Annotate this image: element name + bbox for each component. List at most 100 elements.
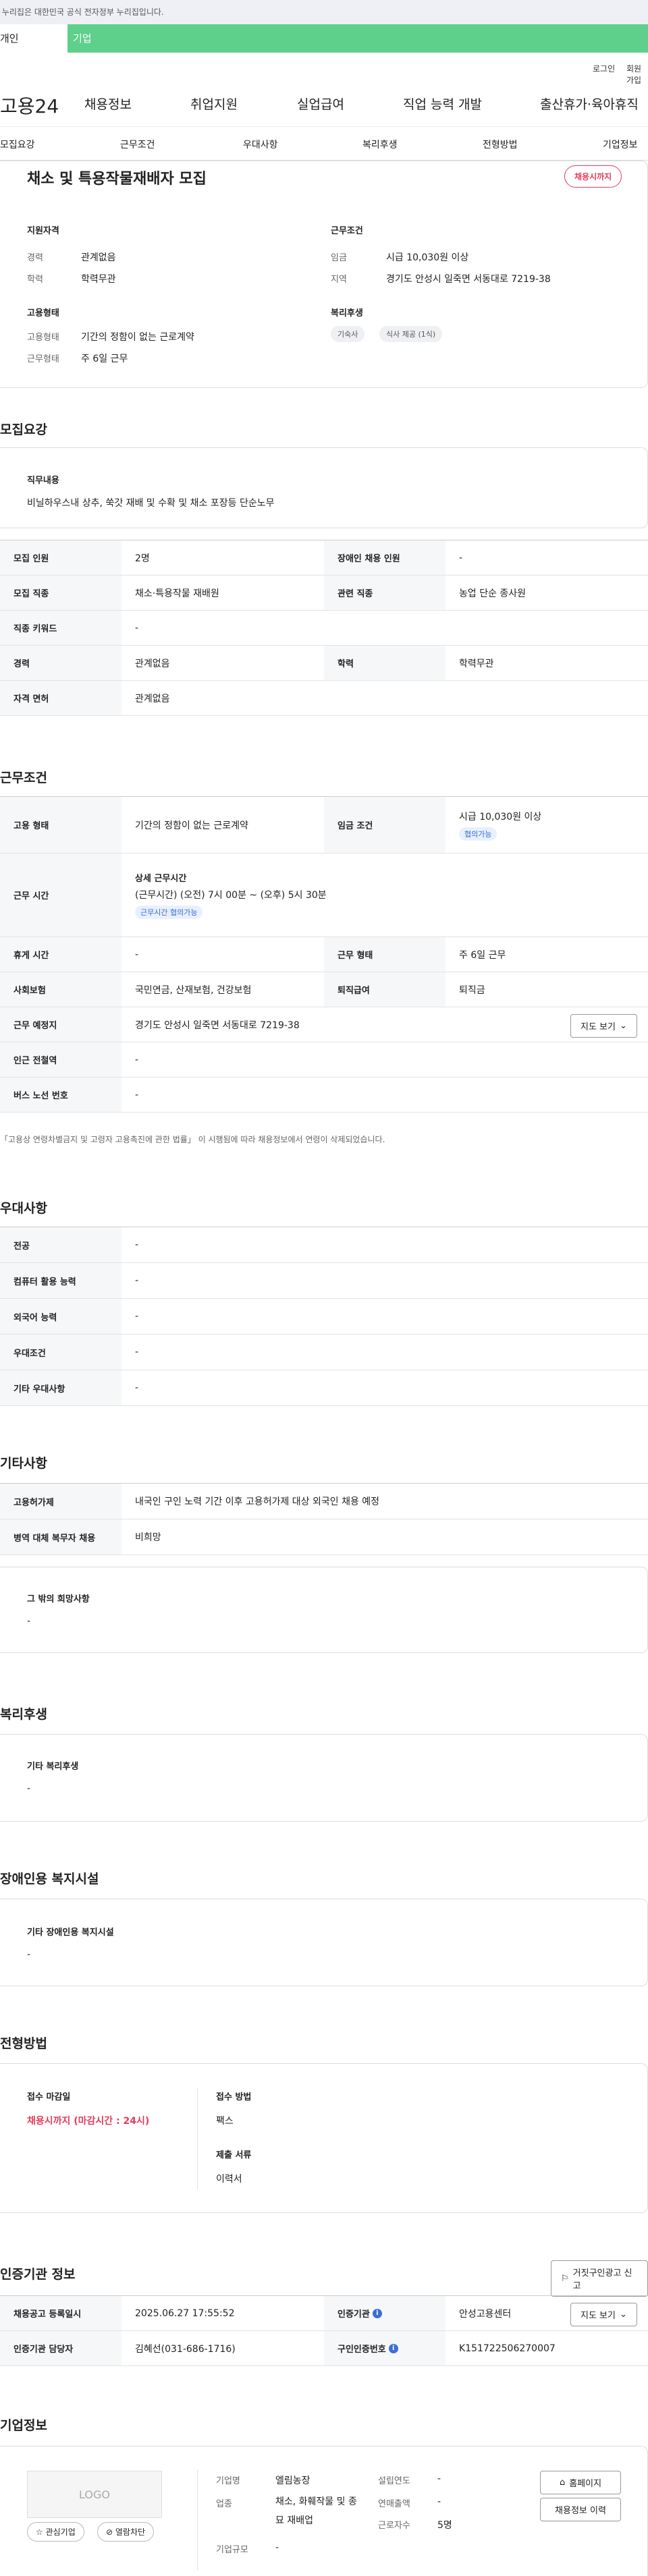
chevron-down-icon: ⌄: [619, 2309, 627, 2320]
menu-training[interactable]: 직업 능력 개발: [403, 94, 482, 113]
section-title-recruit: 모집요강: [0, 422, 47, 437]
table-row: 고용허가제 내국인 구인 노력 기간 이후 고용허가제 대상 외국인 채용 예정: [0, 1484, 648, 1519]
table-row: 직종 키워드 -: [0, 611, 648, 646]
disability-title: 기타 장애인용 복지시설: [27, 1928, 114, 1938]
table-row: 근무 예정지 경기도 안성시 일죽면 서동대로 7219-38 지도 보기 ⌄: [0, 1007, 648, 1042]
cell-value: -: [135, 1382, 139, 1393]
site-logo[interactable]: 고용24: [0, 92, 59, 119]
method-value: 팩스: [216, 2116, 234, 2127]
other-wish-title: 그 밖의 희망사항: [27, 1594, 90, 1604]
cell-header: 퇴직급여: [324, 972, 446, 1007]
founded-value: -: [437, 2473, 441, 2484]
subnav-conditions[interactable]: 근무조건: [120, 138, 155, 151]
deadline-title: 접수 마감일: [27, 2092, 71, 2102]
cell-value: 채소·특용작물 재배원: [135, 588, 219, 599]
cell-value: -: [135, 622, 139, 634]
sales-key: 연매출액: [378, 2499, 410, 2509]
homepage-button[interactable]: ⌂ 홈페이지: [540, 2471, 621, 2494]
sales-value: -: [437, 2496, 441, 2507]
subnav-process[interactable]: 전형방법: [483, 138, 518, 151]
work-time-cell: 상세 근무시간 (근무시간) (오전) 7시 00분 ~ (오후) 5시 30분…: [122, 853, 340, 936]
job-history-button[interactable]: 채용정보 이력: [540, 2498, 621, 2521]
menu-unemployment[interactable]: 실업급여: [297, 94, 344, 113]
subnav-preference[interactable]: 우대사항: [243, 138, 278, 151]
recruit-table: 모집 인원 2명 장애인 채용 인원 - 모집 직종 채소·특용작물 재배원 관…: [0, 540, 648, 716]
cell-header: 인증기관 담당자: [0, 2331, 122, 2365]
subnav-company[interactable]: 기업정보: [603, 138, 638, 151]
qual-career-value: 관계없음: [81, 252, 116, 263]
process-card: 접수 마감일 채용시까지 (마감시간 : 24시) 접수 방법 팩스 제출 서류…: [0, 2063, 648, 2213]
cert-map-button[interactable]: 지도 보기 ⌄: [570, 2303, 637, 2326]
menu-employment-support[interactable]: 취업지원: [190, 94, 238, 113]
company-logo: LOGO: [27, 2471, 162, 2518]
company-card: LOGO ☆ 관심기업 ⊘ 열람차단 기업명 엘림농장 업종 채소, 화훼작물 …: [0, 2446, 648, 2576]
table-row: 자격 면허 관계없음: [0, 681, 648, 716]
section-nav: 모집요강 근무조건 우대사항 복리후생 전형방법 기업정보: [0, 127, 648, 161]
cell-header: 고용 형태: [0, 797, 122, 853]
welfare-other-value: -: [27, 1783, 31, 1794]
tab-company[interactable]: 기업: [68, 24, 92, 53]
company-name-key: 기업명: [216, 2476, 240, 2486]
block-view-button[interactable]: ⊘ 열람차단: [97, 2522, 155, 2542]
cond-wage-value: 시급 10,030원 이상: [386, 252, 469, 263]
cond-region-value: 경기도 안성시 일죽면 서동대로 7219-38: [386, 274, 551, 285]
tab-personal[interactable]: 개인: [0, 24, 68, 53]
map-view-button[interactable]: 지도 보기 ⌄: [570, 1014, 637, 1038]
industry-key: 업종: [216, 2499, 232, 2509]
subnav-recruit[interactable]: 모집요강: [0, 138, 35, 151]
table-row: 인증기관 담당자 김혜선(031-686-1716) 구인인증번호 i K1517…: [0, 2331, 648, 2366]
section-title-disability: 장애인용 복지시설: [0, 1872, 99, 1886]
qual-edu-key: 학력: [27, 275, 43, 285]
emp-type-value: 기간의 정함이 없는 근로계약: [81, 332, 194, 343]
cell-value: 주 6일 근무: [459, 949, 506, 961]
menu-jobs[interactable]: 채용정보: [84, 94, 132, 113]
cell-header: 컴퓨터 활용 능력: [0, 1263, 122, 1298]
welfare-card: 기타 복리후생 -: [0, 1734, 648, 1822]
cell-header: 관련 직종: [324, 576, 446, 610]
table-row: 경력 관계없음 학력 학력무관: [0, 646, 648, 681]
industry-value: 채소, 화훼작물 및 종묘 재배업: [275, 2496, 357, 2526]
table-row: 휴게 시간 - 근무 형태 주 6일 근무: [0, 937, 648, 972]
age-notice: 「고용상 연령차별금지 및 고령자 고용촉진에 관한 법률」 이 시행됨에 따라…: [0, 1135, 385, 1144]
cell-header: 근무 시간: [0, 853, 122, 936]
cell-header: 병역 대체 복무자 채용: [0, 1519, 122, 1555]
star-icon: ☆: [36, 2527, 43, 2537]
table-row: 사회보험 국민연금, 산재보험, 건강보험 퇴직급여 퇴직금: [0, 972, 648, 1007]
cell-value: 관계없음: [135, 693, 170, 704]
work-time-chip: 근무시간 협의가능: [135, 905, 203, 919]
info-icon[interactable]: i: [388, 2343, 398, 2353]
cell-value: 기간의 정함이 없는 근로계약: [135, 820, 248, 831]
cell-value: -: [135, 1054, 139, 1065]
cell-header: 직종 키워드: [0, 611, 122, 645]
work-time-title: 상세 근무시간: [135, 874, 187, 884]
wage-cell: 시급 10,030원 이상 협의가능: [446, 797, 555, 853]
table-row: 근무 시간 상세 근무시간 (근무시간) (오전) 7시 00분 ~ (오후) …: [0, 853, 648, 937]
subnav-welfare[interactable]: 복리후생: [362, 138, 398, 151]
company-name-value: 엘림농장: [275, 2475, 310, 2486]
emp-type-key: 고용형태: [27, 333, 59, 343]
cell-value: 2025.06.27 17:55:52: [135, 2307, 235, 2319]
cell-value: -: [135, 1311, 139, 1322]
favorite-company-button[interactable]: ☆ 관심기업: [27, 2522, 84, 2542]
cell-value: -: [135, 1239, 139, 1250]
login-link[interactable]: 로그인: [593, 63, 615, 74]
table-row: 전공 -: [0, 1227, 648, 1263]
home-icon: ⌂: [559, 2477, 566, 2488]
cert-table: 채용공고 등록일시 2025.06.27 17:55:52 인증기관 i 안성고용…: [0, 2295, 648, 2366]
global-nav: 고용24 채용정보 취업지원 실업급여 직업 능력 개발 출산휴가·육아휴직: [0, 78, 648, 127]
cell-header: 기타 우대사항: [0, 1370, 122, 1405]
deadline-badge: 채용시까지: [564, 165, 622, 188]
cell-value: 경기도 안성시 일죽면 서동대로 7219-38: [135, 1019, 300, 1031]
employees-value: 5명: [437, 2520, 452, 2531]
section-title-cert: 인증기관 정보: [0, 2267, 76, 2282]
section-title-process: 전형방법: [0, 2036, 47, 2051]
conditions-table: 고용 형태 기간의 정함이 없는 근로계약 임금 조건 시급 10,030원 이…: [0, 796, 648, 1113]
cell-header: 장애인 채용 인원: [324, 540, 446, 575]
docs-value: 이력서: [216, 2174, 242, 2185]
menu-leave[interactable]: 출산휴가·육아휴직: [540, 94, 639, 113]
cell-value: -: [135, 1275, 139, 1286]
report-fake-ad-button[interactable]: ⚐ 거짓구인광고 신고: [551, 2260, 648, 2297]
cell-value: 학력무관: [459, 658, 494, 669]
cell-header: 구인인증번호 i: [324, 2331, 446, 2365]
info-icon[interactable]: i: [372, 2308, 382, 2318]
